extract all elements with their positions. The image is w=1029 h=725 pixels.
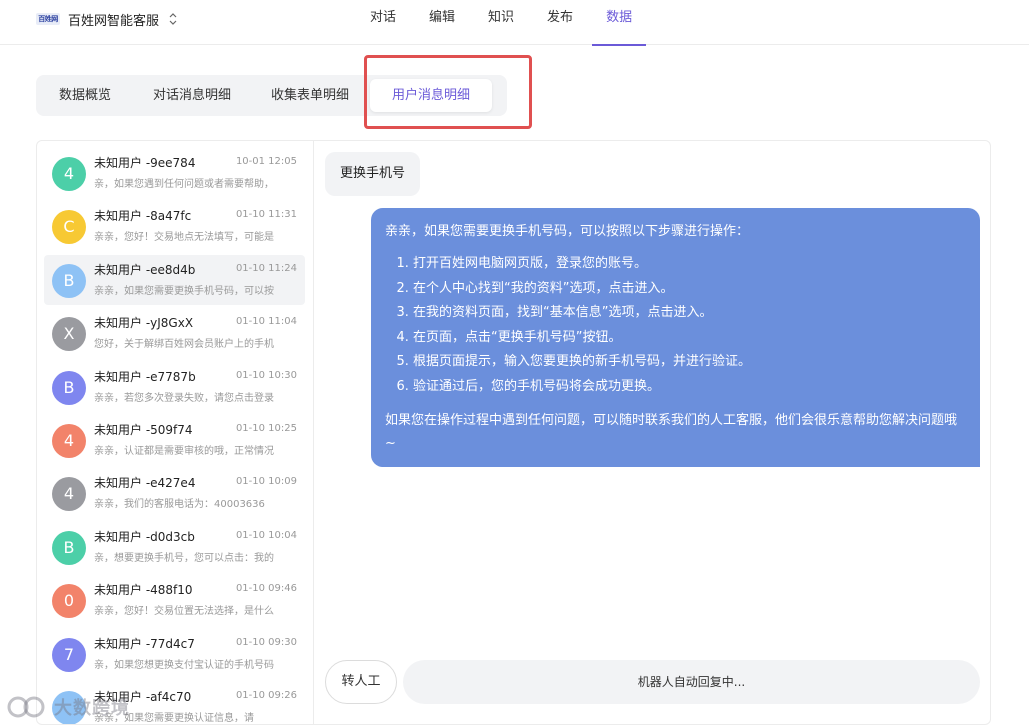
bot-reply-step: 在个人中心找到“我的资料”选项，点击进入。 xyxy=(413,277,966,302)
conversation-item[interactable]: 7 未知用户 -77d4c7 01-10 09:30 亲，如果您想更换支付宝认证的手机… xyxy=(44,629,305,679)
conversation-timestamp: 01-10 10:25 xyxy=(235,423,297,434)
chevron-up-down-icon[interactable] xyxy=(167,11,179,27)
transfer-to-human-button[interactable]: 转人工 xyxy=(325,660,397,704)
conversation-timestamp: 01-10 09:46 xyxy=(235,583,297,595)
chat-view: 更换手机号 亲亲，如果您需要更换手机号码，可以按照以下步骤进行操作： 打开百姓网… xyxy=(315,141,990,724)
conversation-preview: 亲，如果您遇到任何问题或者需要帮助， xyxy=(94,179,274,190)
main-nav: 对话 编辑 知识 发布 数据 xyxy=(356,0,651,46)
conversation-user-name: 未知用户 -9ee784 xyxy=(94,156,196,170)
conversation-timestamp: 01-10 11:04 xyxy=(235,316,297,328)
avatar: 4 xyxy=(52,477,86,512)
conversation-item[interactable]: B 未知用户 -d0d3cb 01-10 10:04 亲，想要更换手机号，您可以点击：… xyxy=(44,522,305,572)
avatar: X xyxy=(52,317,86,352)
avatar: C xyxy=(52,210,86,245)
nav-item-data[interactable]: 数据 xyxy=(592,0,647,46)
conversation-item[interactable]: 4 未知用户 -9ee784 10-01 12:05 亲，如果您遇到任何问题或者需要帮… xyxy=(44,148,305,198)
conversation-preview: 亲亲，认证都是需要审核的哦，正常情况 xyxy=(94,446,274,457)
bot-reply-steps: 打开百姓网电脑网页版，登录您的账号。 在个人中心找到“我的资料”选项，点击进入。… xyxy=(385,252,966,399)
avatar: B xyxy=(52,530,86,565)
highlight-annotation-box xyxy=(364,55,532,129)
conversation-user-name: 未知用户 -488f10 xyxy=(94,583,193,598)
conversation-item[interactable]: X 未知用户 -yJ8GxX 01-10 11:04 您好，关于解绑百姓网会员账户上的… xyxy=(44,308,305,358)
tab-data-overview[interactable]: 数据概览 xyxy=(46,75,124,116)
conversation-item[interactable]: 4 未知用户 -509f74 01-10 10:25 亲亲，认证都是需要审核的哦，正常… xyxy=(44,415,305,465)
conversation-user-name: 未知用户 -509f74 xyxy=(94,423,193,437)
conversation-timestamp: 01-10 09:30 xyxy=(235,636,297,648)
bot-reply-outro: 如果您在操作过程中遇到任何问题，可以随时联系我们的人工客服，他们会很乐意帮助您解… xyxy=(385,413,958,451)
nav-item-edit[interactable]: 编辑 xyxy=(415,0,469,45)
conversation-preview: 亲亲，您好！交易位置无法选择，是什么 xyxy=(94,606,274,618)
conversation-preview: 亲，想要更换手机号，您可以点击：我的 xyxy=(94,552,274,564)
avatar: B xyxy=(52,263,86,298)
conversation-user-name: 未知用户 -yJ8GxX xyxy=(94,316,194,331)
conversation-user-name: 未知用户 -77d4c7 xyxy=(94,636,195,651)
watermark-logo-icon xyxy=(7,696,45,718)
watermark-text: 大数跨境 xyxy=(54,698,130,719)
bot-reply-step: 在页面，点击“更换手机号码”按钮。 xyxy=(413,326,966,351)
message-detail-panel: 4 未知用户 -9ee784 10-01 12:05 亲，如果您遇到任何问题或者需要帮… xyxy=(36,140,991,725)
watermark: 大数跨境 xyxy=(6,692,130,722)
tab-dialog-message-detail[interactable]: 对话消息明细 xyxy=(142,75,242,116)
avatar: 4 xyxy=(52,424,86,458)
conversation-preview: 亲，如果您想更换支付宝认证的手机号码 xyxy=(94,659,274,671)
conversation-preview: 亲亲，您好！交易地点无法填写，可能是 xyxy=(94,232,274,244)
user-message-bubble: 更换手机号 xyxy=(325,152,421,196)
top-bar: 百姓网 百姓网智能客服 对话 编辑 知识 发布 数据 xyxy=(0,0,1029,46)
avatar: B xyxy=(52,370,86,405)
conversation-user-name: 未知用户 -8a47fc xyxy=(94,209,192,224)
conversation-item[interactable]: B 未知用户 -ee8d4b 01-10 11:24 亲亲，如果您需要更换手机号码，可… xyxy=(44,254,305,305)
tab-form-collection-detail[interactable]: 收集表单明细 xyxy=(260,75,360,116)
bot-reply-intro: 亲亲，如果您需要更换手机号码，可以按照以下步骤进行操作： xyxy=(385,224,750,239)
auto-reply-status: 机器人自动回复中... xyxy=(403,660,980,704)
conversation-timestamp: 01-10 11:31 xyxy=(235,209,297,221)
conversation-timestamp: 01-10 10:09 xyxy=(235,476,297,488)
conversation-preview: 亲亲，我们的客服电话为：40003636 xyxy=(94,499,265,511)
bot-reply-step: 打开百姓网电脑网页版，登录您的账号。 xyxy=(413,252,966,277)
conversation-timestamp: 01-10 09:26 xyxy=(235,690,297,701)
conversation-preview: 亲亲，若您多次登录失败，请您点击登录 xyxy=(94,392,274,404)
bot-reply-step: 在我的资料页面，找到“基本信息”选项，点击进入。 xyxy=(413,301,966,326)
nav-item-dialog[interactable]: 对话 xyxy=(356,0,410,45)
nav-item-knowledge[interactable]: 知识 xyxy=(474,0,528,45)
conversation-user-name: 未知用户 -e427e4 xyxy=(94,476,196,491)
avatar: 7 xyxy=(52,637,86,672)
conversation-timestamp: 10-01 12:05 xyxy=(235,156,297,167)
avatar: 4 xyxy=(52,157,86,191)
conversation-timestamp: 01-10 11:24 xyxy=(235,262,297,274)
conversation-preview: 亲亲，如果您需要更换手机号码，可以按 xyxy=(94,285,274,297)
app-title: 百姓网智能客服 xyxy=(68,13,160,29)
conversation-timestamp: 01-10 10:30 xyxy=(235,369,297,381)
conversation-item[interactable]: 0 未知用户 -488f10 01-10 09:46 亲亲，您好！交易位置无法选择，是… xyxy=(44,575,305,625)
brand: 百姓网 百姓网智能客服 xyxy=(36,9,179,29)
bot-reply-bubble: 亲亲，如果您需要更换手机号码，可以按照以下步骤进行操作： 打开百姓网电脑网页版，… xyxy=(371,208,980,467)
conversation-preview: 您好，关于解绑百姓网会员账户上的手机 xyxy=(94,339,274,351)
nav-item-publish[interactable]: 发布 xyxy=(533,0,587,45)
conversation-user-name: 未知用户 -ee8d4b xyxy=(94,262,196,277)
brand-logo: 百姓网 xyxy=(36,13,60,25)
conversation-user-name: 未知用户 -e7787b xyxy=(94,369,196,384)
conversation-item[interactable]: C 未知用户 -8a47fc 01-10 11:31 亲亲，您好！交易地点无法填写，可… xyxy=(44,201,305,251)
bot-reply-step: 验证通过后，您的手机号码将会成功更换。 xyxy=(413,375,966,400)
conversation-timestamp: 01-10 10:04 xyxy=(235,529,297,541)
conversation-user-name: 未知用户 -d0d3cb xyxy=(94,529,195,544)
bot-reply-step: 根据页面提示，输入您要更换的新手机号码，并进行验证。 xyxy=(413,350,966,375)
conversation-list[interactable]: 4 未知用户 -9ee784 10-01 12:05 亲，如果您遇到任何问题或者需要帮… xyxy=(37,141,314,724)
conversation-item[interactable]: B 未知用户 -e7787b 01-10 10:30 亲亲，若您多次登录失败，请您点击… xyxy=(44,362,305,412)
avatar: 0 xyxy=(52,584,86,619)
conversation-item[interactable]: 4 未知用户 -e427e4 01-10 10:09 亲亲，我们的客服电话为：4000… xyxy=(44,468,305,518)
